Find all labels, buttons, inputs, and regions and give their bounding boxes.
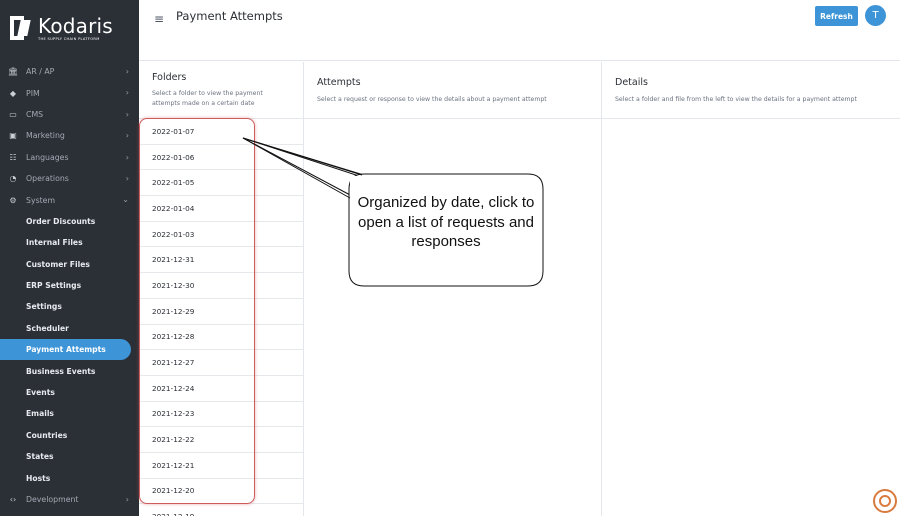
folder-row[interactable]: 2022-01-07 — [139, 119, 304, 145]
sidebar-subitem-events[interactable]: Events — [0, 382, 139, 403]
folder-row[interactable]: 2021-12-30 — [139, 273, 304, 299]
folder-row[interactable]: 2021-12-28 — [139, 325, 304, 351]
translate-icon: ☷ — [9, 152, 17, 162]
sidebar-item-operations[interactable]: ◔ Operations › — [0, 168, 139, 189]
details-panel: Details Select a folder and file from th… — [602, 62, 900, 516]
sidebar-subitem-emails[interactable]: Emails — [0, 403, 139, 424]
folder-row[interactable]: 2022-01-05 — [139, 170, 304, 197]
chevron-right-icon: › — [125, 494, 129, 504]
chevron-down-icon: ⌄ — [122, 195, 129, 205]
sidebar-item-marketing[interactable]: ▣ Marketing › — [0, 125, 139, 146]
sidebar-item-label: Marketing — [26, 131, 65, 141]
folder-row[interactable]: 2021-12-31 — [139, 247, 304, 274]
sidebar-subitem-settings[interactable]: Settings — [0, 296, 139, 317]
sidebar-item-label: AR / AP — [26, 67, 55, 77]
sidebar-subitem-erp-settings[interactable]: ERP Settings — [0, 275, 139, 296]
folder-row[interactable]: 2022-01-03 — [139, 222, 304, 248]
sidebar-item-label: Operations — [26, 174, 69, 184]
chevron-right-icon: › — [125, 173, 129, 183]
gear-icon: ⚙︎ — [9, 195, 17, 205]
sidebar-subitem-hosts[interactable]: Hosts — [0, 467, 139, 488]
chevron-right-icon: › — [125, 109, 129, 119]
kodaris-logo-mark — [10, 16, 34, 40]
folder-list: 2022-01-07 2022-01-06 2022-01-05 2022-01-04… — [139, 119, 304, 516]
folders-panel-description: Select a folder to view the payment atte… — [152, 90, 263, 107]
sidebar-item-languages[interactable]: ☷ Languages › — [0, 147, 139, 168]
folders-panel-header: Folders Select a folder to view the paym… — [139, 62, 303, 119]
sidebar-item-label: CMS — [26, 109, 44, 119]
sidebar: Kodaris THE SUPPLY CHAIN PLATFORM 🏛︎ AR … — [0, 0, 139, 516]
folder-row[interactable]: 2022-01-06 — [139, 145, 304, 171]
top-header: ≡ Payment Attempts Refresh T — [139, 0, 900, 61]
app-window: Kodaris THE SUPPLY CHAIN PLATFORM 🏛︎ AR … — [0, 0, 900, 516]
folder-row[interactable]: 2021-12-19 — [139, 504, 304, 516]
attempts-panel-title: Attempts — [317, 77, 361, 88]
attempts-panel: Attempts Select a request or response to… — [304, 62, 602, 516]
chevron-right-icon: › — [125, 131, 129, 141]
sidebar-subitem-customer-files[interactable]: Customer Files — [0, 254, 139, 275]
sidebar-item-label: Development — [26, 495, 79, 504]
folder-row[interactable]: 2021-12-23 — [139, 402, 304, 428]
code-icon: ‹› — [9, 495, 17, 504]
chevron-right-icon: › — [125, 152, 129, 162]
sidebar-item-ar-ap[interactable]: 🏛︎ AR / AP › — [0, 61, 139, 82]
folder-row[interactable]: 2021-12-29 — [139, 299, 304, 325]
chart-icon: ◔ — [9, 174, 17, 184]
image-icon: ▣ — [9, 131, 17, 141]
tag-icon: ◆ — [9, 88, 17, 98]
folders-panel-title: Folders — [152, 72, 187, 83]
folder-row[interactable]: 2021-12-21 — [139, 453, 304, 479]
folder-row[interactable]: 2021-12-24 — [139, 376, 304, 402]
sidebar-subitem-scheduler[interactable]: Scheduler — [0, 318, 139, 339]
user-avatar[interactable]: T — [865, 5, 886, 26]
sidebar-subitem-order-discounts[interactable]: Order Discounts — [0, 211, 139, 232]
sidebar-item-label: Languages — [26, 152, 69, 162]
folders-panel: Folders Select a folder to view the paym… — [139, 62, 304, 516]
sidebar-item-system[interactable]: ⚙︎ System ⌄ — [0, 189, 139, 210]
sidebar-item-label: System — [26, 195, 56, 205]
page-title: Payment Attempts — [176, 9, 283, 23]
attempts-panel-description: Select a request or response to view the… — [317, 96, 547, 103]
chevron-right-icon: › — [125, 88, 129, 98]
folder-row[interactable]: 2021-12-22 — [139, 427, 304, 453]
details-panel-title: Details — [615, 77, 648, 88]
chat-support-icon[interactable] — [873, 489, 897, 513]
sidebar-nav: 🏛︎ AR / AP › ◆ PIM › ▭ CMS › ▣ Marketing… — [0, 61, 139, 510]
attempts-panel-header: Attempts Select a request or response to… — [304, 62, 601, 119]
hamburger-menu-icon[interactable]: ≡ — [154, 12, 164, 26]
kodaris-logo[interactable]: Kodaris THE SUPPLY CHAIN PLATFORM — [10, 14, 113, 42]
sidebar-subitem-internal-files[interactable]: Internal Files — [0, 232, 139, 253]
folder-row[interactable]: 2021-12-27 — [139, 350, 304, 376]
sidebar-item-pim[interactable]: ◆ PIM › — [0, 82, 139, 103]
details-panel-description: Select a folder and file from the left t… — [615, 96, 857, 103]
details-panel-header: Details Select a folder and file from th… — [602, 62, 900, 119]
sidebar-subitem-business-events[interactable]: Business Events — [0, 360, 139, 381]
folder-row[interactable]: 2022-01-04 — [139, 196, 304, 222]
annotation-callout-text: Organized by date, click to open a list … — [357, 194, 535, 250]
sidebar-item-cms[interactable]: ▭ CMS › — [0, 104, 139, 125]
sidebar-subitem-payment-attempts[interactable]: Payment Attempts — [0, 339, 131, 361]
sidebar-item-development[interactable]: ‹› Development › — [0, 489, 139, 510]
refresh-button[interactable]: Refresh — [815, 6, 858, 26]
logo-wordmark: Kodaris — [38, 13, 113, 38]
sidebar-item-label: PIM — [26, 88, 40, 98]
bank-icon: 🏛︎ — [7, 67, 19, 77]
logo-tagline: THE SUPPLY CHAIN PLATFORM — [38, 36, 100, 41]
sidebar-subitem-countries[interactable]: Countries — [0, 425, 139, 446]
chevron-right-icon: › — [125, 67, 129, 76]
sidebar-subitem-states[interactable]: States — [0, 446, 139, 467]
window-icon: ▭ — [9, 109, 17, 119]
folder-row[interactable]: 2021-12-20 — [139, 479, 304, 505]
